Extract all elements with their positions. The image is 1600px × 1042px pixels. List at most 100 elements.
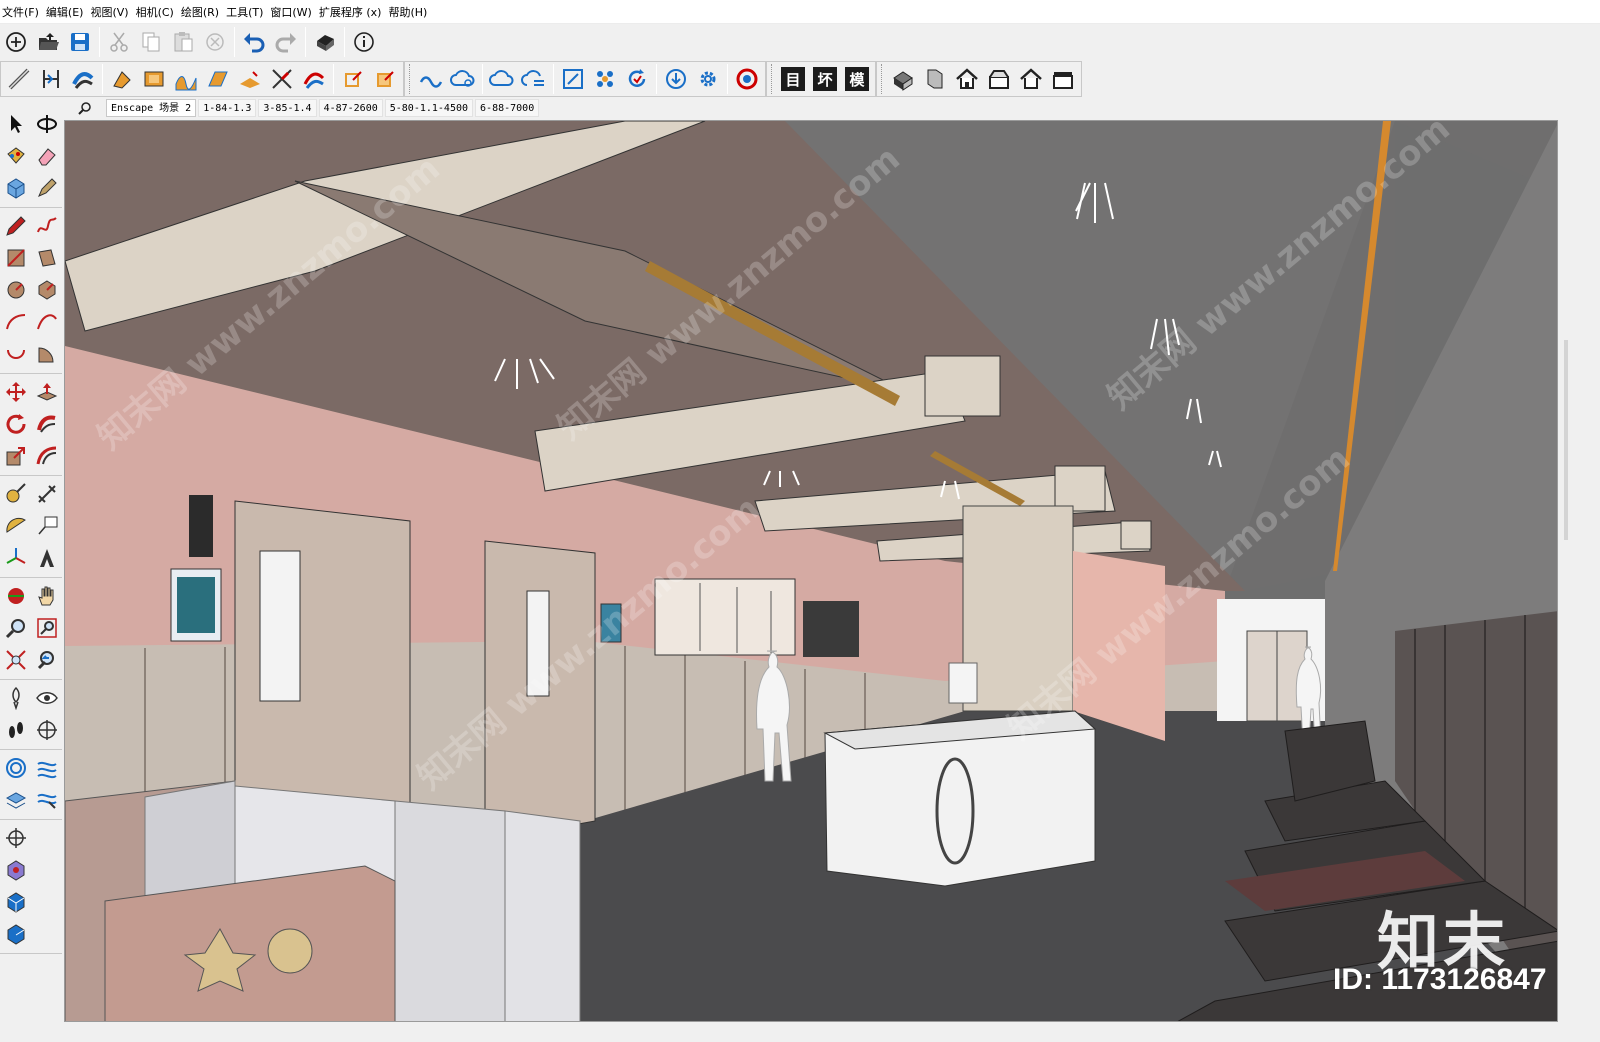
from-scratch-tool-icon[interactable] bbox=[31, 752, 62, 784]
components-icon[interactable] bbox=[589, 63, 621, 95]
offset-icon[interactable] bbox=[31, 440, 62, 472]
orbit-icon[interactable] bbox=[31, 108, 62, 140]
tape-measure-icon[interactable] bbox=[0, 478, 31, 510]
tape-pencil-icon[interactable] bbox=[31, 172, 62, 204]
plugin-button-1[interactable]: 目 bbox=[777, 63, 809, 95]
cloud-sync-icon[interactable] bbox=[486, 63, 518, 95]
crosshair-icon[interactable] bbox=[0, 822, 31, 854]
scene-tab[interactable]: Enscape 场景 2 bbox=[106, 99, 197, 117]
position-camera-icon[interactable] bbox=[0, 682, 31, 714]
scale-icon[interactable] bbox=[0, 440, 31, 472]
scene-tab[interactable]: 6-88-7000 bbox=[475, 99, 540, 117]
open-icon[interactable] bbox=[32, 26, 64, 58]
menu-file[interactable]: 文件(F) bbox=[2, 4, 46, 20]
orbit-tool-icon[interactable] bbox=[0, 580, 31, 612]
right-view-icon[interactable] bbox=[983, 63, 1015, 95]
cut-icon[interactable] bbox=[103, 26, 135, 58]
menu-tools[interactable]: 工具(T) bbox=[226, 4, 270, 20]
polygon-icon[interactable] bbox=[31, 274, 62, 306]
scene-search-icon[interactable] bbox=[64, 101, 106, 115]
smoove-icon[interactable] bbox=[170, 63, 202, 95]
back-view-icon[interactable] bbox=[1015, 63, 1047, 95]
menu-help[interactable]: 帮助(H) bbox=[388, 4, 434, 20]
freehand-icon[interactable] bbox=[31, 210, 62, 242]
add-detail-icon[interactable] bbox=[266, 63, 298, 95]
move-icon[interactable] bbox=[0, 376, 31, 408]
cloud-share-icon[interactable] bbox=[447, 63, 479, 95]
zoom-extents-icon[interactable] bbox=[0, 644, 31, 676]
section-box-icon[interactable] bbox=[557, 63, 589, 95]
from-scratch-icon[interactable] bbox=[138, 63, 170, 95]
chrome-icon[interactable] bbox=[731, 63, 763, 95]
toolbar-grip[interactable] bbox=[881, 64, 884, 94]
model-info-icon[interactable] bbox=[348, 26, 380, 58]
push-pull-icon[interactable] bbox=[31, 376, 62, 408]
pan-hand-icon[interactable] bbox=[31, 580, 62, 612]
three-point-arc-icon[interactable] bbox=[0, 338, 31, 370]
stamp-tool-icon[interactable] bbox=[31, 784, 62, 816]
top-view-icon[interactable] bbox=[919, 63, 951, 95]
follow-me-icon[interactable] bbox=[67, 63, 99, 95]
save-icon[interactable] bbox=[64, 26, 96, 58]
refresh-icon[interactable] bbox=[621, 63, 653, 95]
axes-icon[interactable] bbox=[0, 542, 31, 574]
scene-tab[interactable]: 3-85-1.4 bbox=[258, 99, 317, 117]
settings-gear-icon[interactable] bbox=[692, 63, 724, 95]
new-icon[interactable] bbox=[0, 26, 32, 58]
select-box-2-icon[interactable] bbox=[369, 63, 401, 95]
dimension-tool-icon[interactable] bbox=[31, 478, 62, 510]
make-component-icon[interactable] bbox=[0, 172, 31, 204]
erase-selection-icon[interactable] bbox=[199, 26, 231, 58]
toolbar-grip[interactable] bbox=[409, 64, 412, 94]
print-icon[interactable] bbox=[309, 26, 341, 58]
menu-camera[interactable]: 相机(C) bbox=[136, 4, 181, 20]
section-plane-icon[interactable] bbox=[31, 714, 62, 746]
from-contours-icon[interactable] bbox=[106, 63, 138, 95]
from-contours-tool-icon[interactable] bbox=[0, 752, 31, 784]
warehouse-icon[interactable] bbox=[0, 854, 31, 886]
previous-view-icon[interactable] bbox=[31, 644, 62, 676]
menu-view[interactable]: 视图(V) bbox=[90, 4, 135, 20]
copy-icon[interactable] bbox=[135, 26, 167, 58]
paste-icon[interactable] bbox=[167, 26, 199, 58]
scene-tab[interactable]: 4-87-2600 bbox=[318, 99, 383, 117]
menu-window[interactable]: 窗口(W) bbox=[270, 4, 318, 20]
paint-bucket-icon[interactable] bbox=[0, 140, 31, 172]
undo-icon[interactable] bbox=[238, 26, 270, 58]
text-tool-icon[interactable] bbox=[31, 510, 62, 542]
plugin-button-2[interactable]: 坏 bbox=[809, 63, 841, 95]
dimension-icon[interactable] bbox=[35, 63, 67, 95]
redo-icon[interactable] bbox=[270, 26, 302, 58]
menu-draw[interactable]: 绘图(R) bbox=[181, 4, 226, 20]
rotated-rectangle-icon[interactable] bbox=[31, 242, 62, 274]
drape-icon[interactable] bbox=[234, 63, 266, 95]
rectangle-icon[interactable] bbox=[0, 242, 31, 274]
line-tool-icon[interactable] bbox=[3, 63, 35, 95]
eraser-icon[interactable] bbox=[31, 140, 62, 172]
model-viewport[interactable]: 知末网 www.znzmo.com 知末网 www.znzmo.com 知末网 … bbox=[64, 120, 1558, 1022]
layout-icon[interactable] bbox=[0, 918, 31, 950]
iso-view-icon[interactable] bbox=[887, 63, 919, 95]
scrollbar-track[interactable] bbox=[1564, 340, 1568, 540]
protractor-icon[interactable] bbox=[0, 510, 31, 542]
cloud-list-icon[interactable] bbox=[518, 63, 550, 95]
follow-me-tool-icon[interactable] bbox=[31, 408, 62, 440]
menu-extensions[interactable]: 扩展程序 (x) bbox=[319, 4, 389, 20]
toolbar-grip[interactable] bbox=[771, 64, 774, 94]
3d-text-icon[interactable] bbox=[31, 542, 62, 574]
smoove-tool-icon[interactable] bbox=[0, 784, 31, 816]
download-icon[interactable] bbox=[660, 63, 692, 95]
circle-icon[interactable] bbox=[0, 274, 31, 306]
walk-footprints-icon[interactable] bbox=[0, 714, 31, 746]
scene-tab[interactable]: 1-84-1.3 bbox=[198, 99, 257, 117]
pie-icon[interactable] bbox=[31, 338, 62, 370]
zoom-icon[interactable] bbox=[0, 612, 31, 644]
stamp-icon[interactable] bbox=[202, 63, 234, 95]
flip-edge-icon[interactable] bbox=[298, 63, 330, 95]
select-box-icon[interactable] bbox=[337, 63, 369, 95]
zoom-window-icon[interactable] bbox=[31, 612, 62, 644]
pencil-icon[interactable] bbox=[0, 210, 31, 242]
front-view-icon[interactable] bbox=[951, 63, 983, 95]
rotate-icon[interactable] bbox=[0, 408, 31, 440]
select-arrow-icon[interactable] bbox=[0, 108, 31, 140]
